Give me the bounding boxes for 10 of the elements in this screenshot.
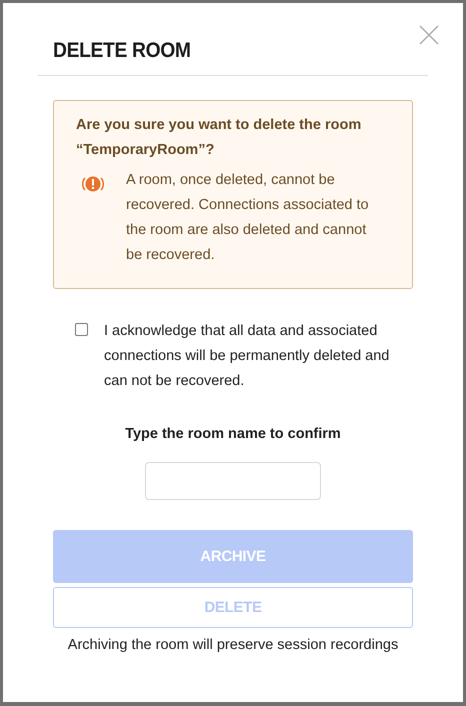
- close-button[interactable]: [419, 25, 439, 45]
- archive-note: Archiving the room will preserve session recordings: [66, 637, 400, 653]
- warning-icon: [82, 174, 104, 194]
- room-name-field[interactable]: [145, 462, 321, 500]
- acknowledge-label: I acknowledge that all data and associated connections will be permanently deleted and can not be recovered.: [104, 322, 390, 391]
- dialog-title: DELETE ROOM: [53, 39, 191, 63]
- warning-message: A room, once deleted, cannot be recovered. Connections associated to the room are also deleted and cannot be recovered.: [126, 171, 370, 265]
- warning-heading: Are you sure you want to delete the room “TemporaryRoom”?: [76, 116, 362, 160]
- acknowledge-checkbox[interactable]: [75, 323, 88, 336]
- confirm-label: Type the room name to confirm: [124, 426, 342, 442]
